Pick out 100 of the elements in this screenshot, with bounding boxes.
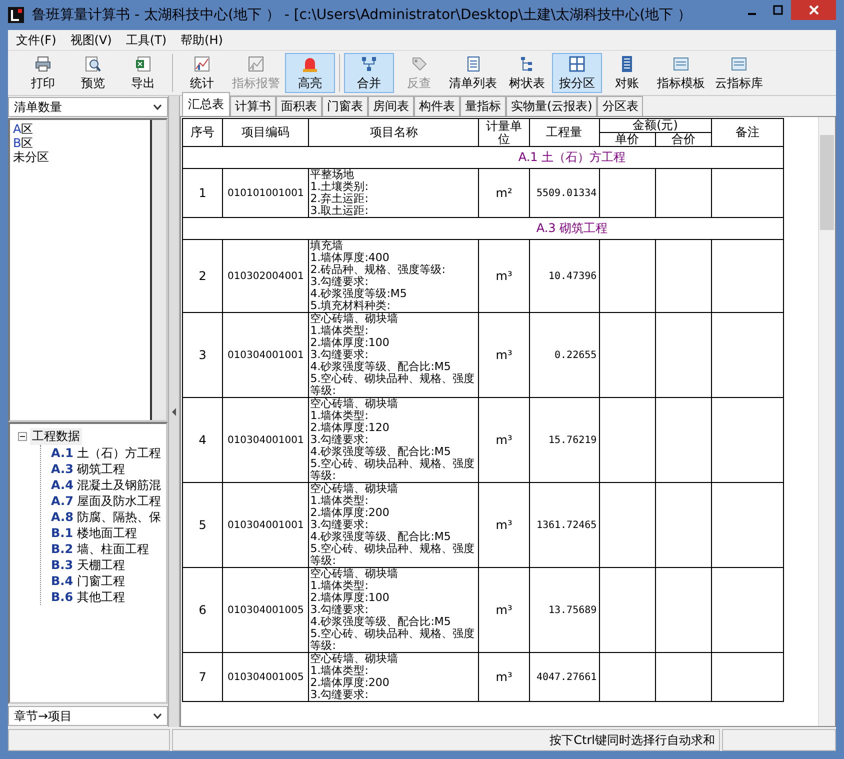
toolbar-button[interactable]: 云指标库: [710, 53, 768, 93]
window-title: 鲁班算量计算书 - 太湖科技中心(地下 ） - [c:\Users\Administrator\Desktop\土建\太湖科技中心(地下 ）: [32, 6, 693, 24]
close-button[interactable]: [791, 0, 836, 20]
table-cell: 7: [182, 652, 223, 702]
tree-item[interactable]: B.2 墙、柱面工程: [41, 541, 166, 557]
app-logo-icon: [8, 7, 24, 23]
table-cell: 15.76219: [529, 398, 600, 482]
table-cell: 空心砖墙、砌块墙 1.墙体类型: 2.墙体厚度:120 3.勾缝要求: 4.砂浆强度等级、配合比:M5 5.空心砖、砌块品种、规格、强度等级:: [308, 398, 479, 482]
column-header: 金额(元): [599, 118, 712, 132]
table-cell: m³: [478, 240, 530, 312]
column-header: 序号: [182, 118, 223, 146]
tab[interactable]: 计算书: [230, 96, 276, 116]
menu-item[interactable]: 文件(F): [16, 32, 56, 48]
sheet-icon: [134, 54, 152, 72]
column-header: 备注: [711, 118, 784, 146]
tree-item[interactable]: B.6 其他工程: [41, 589, 166, 605]
table-cell: 平整场地 1.土壤类别: 2.弃土运距: 3.取土运距:: [308, 168, 479, 218]
table-cell: 010304001005: [222, 568, 309, 652]
toolbar-button[interactable]: 高亮: [285, 53, 335, 93]
zone-item[interactable]: B区: [13, 136, 147, 150]
tab[interactable]: 汇总表: [182, 92, 230, 116]
toolbar-button[interactable]: 对账: [602, 53, 652, 93]
panel-icon: [672, 54, 690, 72]
magnifier-icon: [84, 54, 102, 72]
table-cell: 空心砖墙、砌块墙 1.墙体类型: 2.墙体厚度:200 3.勾缝要求:: [308, 652, 479, 702]
tab[interactable]: 实物量(云报表): [506, 96, 598, 116]
scrollbar[interactable]: [150, 120, 166, 420]
tab[interactable]: 构件表: [414, 96, 460, 116]
collapse-toggle[interactable]: [18, 432, 27, 441]
column-header: 工程量: [529, 118, 600, 146]
close-icon: [808, 4, 820, 16]
section-header: A.3 砌筑工程: [182, 218, 784, 240]
column-header: 项目名称: [308, 118, 479, 146]
table-cell: 1361.72465: [529, 482, 600, 568]
column-header: 计量单位: [478, 118, 530, 146]
toolbar-button[interactable]: 导出: [118, 53, 168, 93]
table-cell: 空心砖墙、砌块墙 1.墙体类型: 2.墙体厚度:100 3.勾缝要求: 4.砂浆强度等级、配合比:M5 5.空心砖、砌块品种、规格、强度等级:: [308, 312, 479, 398]
view-dropdown[interactable]: 清单数量: [8, 97, 168, 117]
toolbar-button[interactable]: 树状表: [502, 53, 552, 93]
column-header: 项目编码: [222, 118, 309, 146]
table-cell: 010101001001: [222, 168, 309, 218]
table-cell: 1: [182, 168, 223, 218]
column-header: 合价: [655, 132, 712, 146]
tree-item[interactable]: A.1 土（石）方工程: [41, 445, 166, 461]
column-header: 单价: [599, 132, 656, 146]
zone-item[interactable]: 未分区: [13, 150, 147, 164]
table-cell: m²: [478, 168, 530, 218]
table-cell: 3: [182, 312, 223, 398]
grid-icon: [568, 54, 586, 72]
table-cell: 4: [182, 398, 223, 482]
tree-item[interactable]: B.3 天棚工程: [41, 557, 166, 573]
splitter-handle[interactable]: [168, 96, 180, 727]
section-header: A.1 土（石）方工程: [182, 146, 784, 168]
chart-icon: [193, 54, 211, 72]
table-cell: 填充墙 1.墙体厚度:400 2.砖品种、规格、强度等级: 3.勾缝要求: 4.砂浆强度等级:M5 5.填充材料种类:: [308, 240, 479, 312]
tab[interactable]: 分区表: [597, 96, 644, 116]
table-cell: m³: [478, 482, 530, 568]
printer-icon: [34, 54, 52, 72]
hierarchy-icon: [360, 54, 378, 72]
tree-item[interactable]: B.4 门窗工程: [41, 573, 166, 589]
table-cell: 010304001005: [222, 652, 309, 702]
chart-icon: [247, 54, 265, 72]
menu-item[interactable]: 视图(V): [70, 32, 112, 48]
menu-item[interactable]: 工具(T): [126, 32, 167, 48]
table-cell: 010304001001: [222, 398, 309, 482]
table-cell: 13.75689: [529, 568, 600, 652]
toolbar-button[interactable]: 打印: [18, 53, 68, 93]
tag-icon: [410, 54, 428, 72]
toolbar-button[interactable]: 按分区: [552, 53, 602, 93]
minimize-icon: [748, 13, 756, 15]
tree-item[interactable]: A.4 混凝土及钢筋混: [41, 477, 166, 493]
toolbar-button[interactable]: 清单列表: [444, 53, 502, 93]
caret-icon: [153, 104, 162, 110]
panel-icon: [730, 54, 748, 72]
grouping-dropdown[interactable]: 章节→项目: [8, 706, 168, 726]
table-cell: 10.47396: [529, 240, 600, 312]
tab[interactable]: 房间表: [368, 96, 414, 116]
tree-root[interactable]: 工程数据: [30, 428, 82, 445]
table-cell: 010302004001: [222, 240, 309, 312]
tree-item[interactable]: A.7 屋面及防水工程: [41, 493, 166, 509]
tree-item[interactable]: B.1 楼地面工程: [41, 525, 166, 541]
table-cell: 空心砖墙、砌块墙 1.墙体类型: 2.墙体厚度:100 3.勾缝要求: 4.砂浆强度等级、配合比:M5 5.空心砖、砌块品种、规格、强度等级:: [308, 568, 479, 652]
table-cell: 空心砖墙、砌块墙 1.墙体类型: 2.墙体厚度:200 3.勾缝要求: 4.砂浆强度等级、配合比:M5 5.空心砖、砌块品种、规格、强度等级:: [308, 482, 479, 568]
table-cell: m³: [478, 398, 530, 482]
status-hint: 按下Ctrl键同时选择行自动求和: [172, 729, 720, 751]
table-cell: m³: [478, 652, 530, 702]
toolbar-button[interactable]: 指标模板: [652, 53, 710, 93]
tab[interactable]: 量指标: [460, 96, 506, 116]
toolbar-button[interactable]: 预览: [68, 53, 118, 93]
tab[interactable]: 门窗表: [322, 96, 368, 116]
maximize-icon: [773, 5, 783, 15]
tab[interactable]: 面积表: [276, 96, 322, 116]
table-cell: 2: [182, 240, 223, 312]
zone-item[interactable]: A区: [13, 122, 147, 136]
table-cell: 0.22655: [529, 312, 600, 398]
menu-item[interactable]: 帮助(H): [180, 32, 223, 48]
tree-item[interactable]: A.3 砌筑工程: [41, 461, 166, 477]
table-cell: 5: [182, 482, 223, 568]
toolbar-button[interactable]: 合并: [344, 53, 394, 93]
tree-item[interactable]: A.8 防腐、隔热、保: [41, 509, 166, 525]
